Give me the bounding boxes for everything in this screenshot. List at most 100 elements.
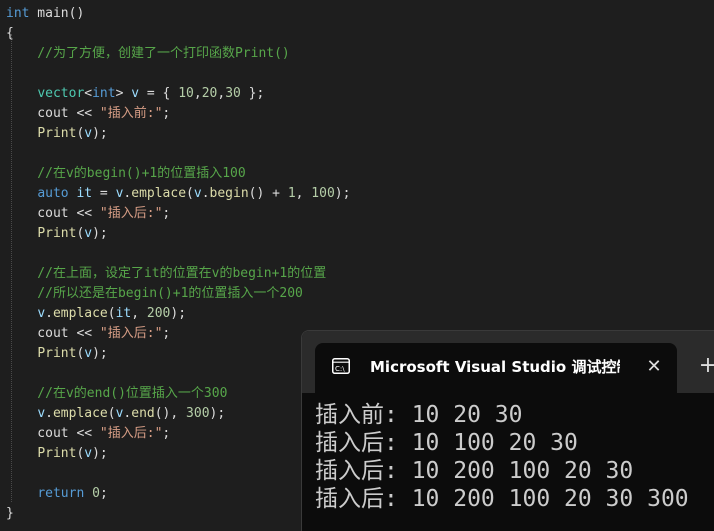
code-token: , [217, 86, 226, 101]
code-token: . [45, 306, 53, 321]
code-token: , [295, 186, 312, 201]
code-token: //为了方便，创建了一个打印函数Print() [6, 46, 290, 61]
code-token: begin [209, 186, 249, 201]
code-token: "插入后:" [99, 426, 163, 441]
code-token: //在v的begin()+1的位置插入100 [6, 166, 246, 181]
code-token: //在v的end()位置插入一个300 [6, 386, 228, 401]
code-line: v.emplace(it, 200); [6, 304, 186, 324]
code-token: , [131, 306, 147, 321]
code-line: return 0; [6, 484, 107, 504]
code-token: v [84, 126, 93, 141]
code-line: Print(v); [6, 124, 108, 144]
code-token: . [45, 406, 53, 421]
new-tab-button[interactable]: + [697, 353, 714, 379]
code-token: , [193, 86, 202, 101]
code-token: 0 [92, 486, 100, 501]
code-line: //在v的end()位置插入一个300 [6, 384, 227, 404]
console-icon: C:\ [332, 358, 350, 374]
code-line: Print(v); [6, 344, 108, 364]
code-token: emplace [52, 406, 108, 421]
code-token: Print [37, 346, 77, 361]
code-token: ( [186, 186, 194, 201]
code-token: . [201, 186, 210, 201]
code-token: int [6, 6, 30, 21]
code-token: auto [37, 186, 69, 201]
code-token: = [92, 186, 116, 201]
code-token: Print [37, 126, 77, 141]
code-line: cout << "插入后:"; [6, 324, 170, 344]
code-token: ); [209, 406, 226, 421]
code-token: = { [139, 86, 179, 101]
code-token: ); [92, 446, 108, 461]
code-line: auto it = v.emplace(v.begin() + 1, 100); [6, 184, 350, 204]
code-line: int main() [6, 4, 84, 24]
code-token: 200 [146, 306, 171, 321]
code-token: int [92, 86, 116, 101]
code-token: v [84, 226, 93, 241]
code-token: return [37, 486, 85, 501]
code-token: it [76, 186, 93, 201]
code-line: cout << "插入后:"; [6, 204, 170, 224]
code-token: (), [154, 406, 187, 421]
code-token: v [84, 346, 93, 361]
code-token: > [115, 86, 132, 101]
code-token: ); [92, 346, 108, 361]
code-token: main() [29, 6, 85, 21]
code-token: //所以还是在begin()+1的位置插入一个200 [6, 286, 303, 301]
code-token: }; [240, 86, 265, 101]
code-token: ; [162, 426, 171, 441]
code-token: ); [92, 226, 108, 241]
code-token: v [131, 86, 140, 101]
code-token: cout << [6, 326, 100, 341]
output-line: 插入后: 10 200 100 20 30 300 [315, 486, 689, 512]
code-line: v.emplace(v.end(), 300); [6, 404, 225, 424]
code-token: ; [162, 326, 171, 341]
code-token: } [6, 506, 14, 521]
code-token: v [37, 306, 46, 321]
code-token: it [115, 306, 132, 321]
code-token: Print [37, 446, 77, 461]
output-line: 插入前: 10 20 30 [315, 402, 523, 428]
code-token: ); [334, 186, 351, 201]
code-token: ); [170, 306, 187, 321]
code-token: "插入前:" [99, 106, 163, 121]
code-token: 30 [225, 86, 241, 101]
code-token: ); [92, 126, 108, 141]
code-line: { [6, 24, 14, 44]
code-token: ; [162, 106, 171, 121]
terminal-tab[interactable]: C:\ Microsoft Visual Studio 调试控制台 ✕ [315, 343, 677, 393]
code-token: v [37, 406, 46, 421]
code-line: //在上面，设定了it的位置在v的begin+1的位置 [6, 264, 326, 284]
debug-console-window[interactable]: C:\ Microsoft Visual Studio 调试控制台 ✕ + 插入… [301, 330, 714, 531]
code-token: ; [162, 206, 171, 221]
code-token: ( [107, 406, 116, 421]
code-token: Print [37, 226, 77, 241]
code-line: Print(v); [6, 224, 108, 244]
output-line: 插入后: 10 100 20 30 [315, 430, 578, 456]
code-token: cout << [6, 206, 100, 221]
code-token: //在上面，设定了it的位置在v的begin+1的位置 [6, 266, 327, 281]
svg-text:C:\: C:\ [335, 365, 345, 373]
code-token: v [193, 186, 202, 201]
code-token: cout << [6, 106, 100, 121]
code-token: "插入后:" [99, 326, 163, 341]
code-token: v [84, 446, 93, 461]
code-token: end [131, 406, 155, 421]
code-token: "插入后:" [99, 206, 163, 221]
code-token: { [6, 26, 14, 41]
close-icon[interactable]: ✕ [643, 356, 665, 378]
code-token: ( [107, 306, 116, 321]
code-token: 10 [178, 86, 194, 101]
console-output: 插入前: 10 20 30 插入后: 10 100 20 30 插入后: 10 20… [315, 401, 714, 513]
code-line: vector<int> v = { 10,20,30 }; [6, 84, 264, 104]
